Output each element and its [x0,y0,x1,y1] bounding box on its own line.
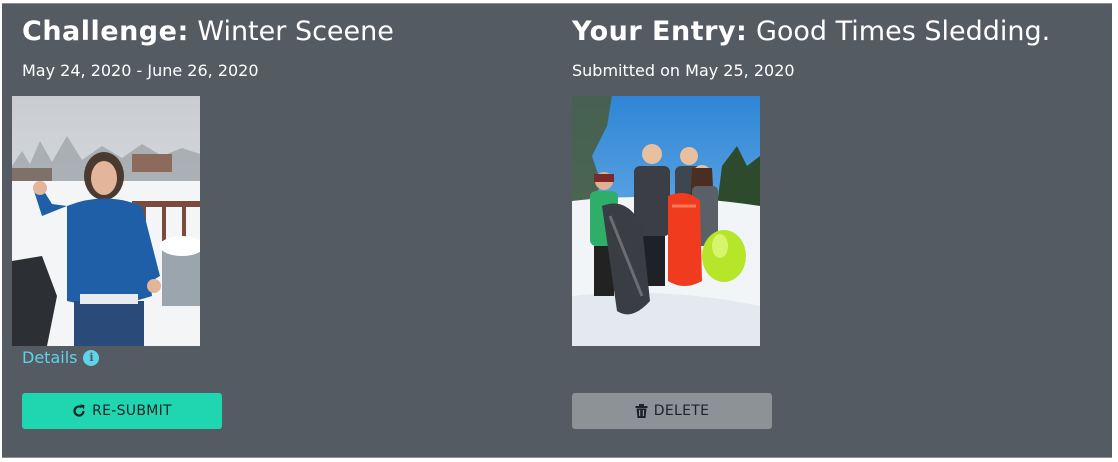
resubmit-button[interactable]: RE-SUBMIT [22,393,222,429]
challenge-title-value: Winter Sceene [197,16,394,47]
challenge-title: Challenge: Winter Sceene [22,16,394,48]
challenge-photo [12,96,200,346]
delete-button[interactable]: DELETE [572,393,772,429]
resubmit-label: RE-SUBMIT [92,403,172,419]
details-link[interactable]: Details i [22,348,100,367]
entry-title: Your Entry: Good Times Sledding. [572,16,1050,48]
challenge-entry-card: Challenge: Winter Sceene May 24, 2020 - … [2,3,1112,458]
entry-title-key: Your Entry: [572,16,748,47]
details-label: Details [22,348,78,367]
entry-title-value: Good Times Sledding. [755,16,1051,47]
page-edge [1112,3,1118,458]
entry-photo [572,96,760,346]
challenge-title-key: Challenge: [22,16,189,47]
trash-icon [635,404,648,418]
delete-label: DELETE [653,403,710,419]
refresh-icon [73,404,85,417]
info-icon: i [83,349,100,366]
challenge-date-range: May 24, 2020 - June 26, 2020 [22,61,259,80]
entry-submitted-date: Submitted on May 25, 2020 [572,61,795,80]
